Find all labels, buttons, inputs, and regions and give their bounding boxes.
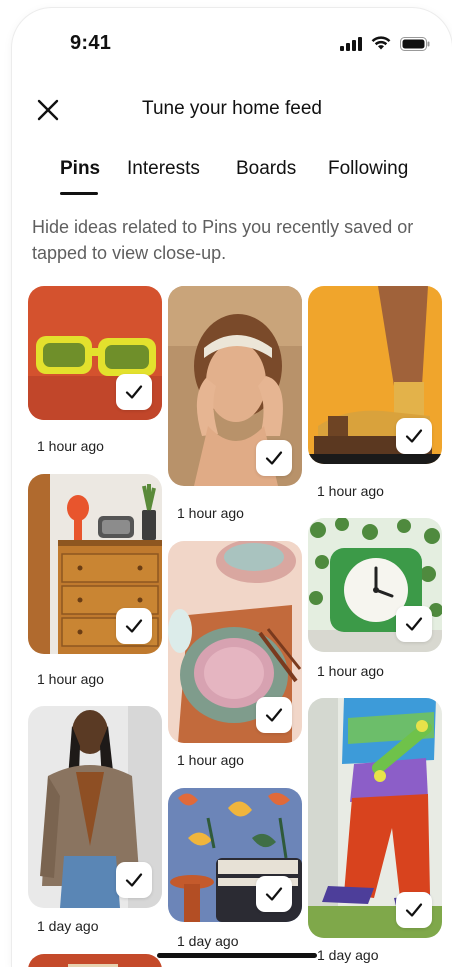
- pin-card[interactable]: [168, 788, 302, 922]
- pin-card[interactable]: [308, 518, 442, 652]
- selected-check-button[interactable]: [116, 608, 152, 644]
- pin-timestamp: 1 day ago: [37, 918, 99, 934]
- pin-timestamp: 1 hour ago: [317, 483, 384, 499]
- tab-following[interactable]: Following: [328, 158, 408, 180]
- description-text: Hide ideas related to Pins you recently …: [32, 217, 414, 263]
- pin-card[interactable]: [168, 286, 302, 486]
- header: Tune your home feed: [12, 92, 452, 132]
- selected-check-button[interactable]: [256, 440, 292, 476]
- pin-timestamp: 1 hour ago: [37, 671, 104, 687]
- check-icon: [265, 887, 283, 901]
- pin-card[interactable]: [308, 286, 442, 464]
- pin-timestamp: 1 hour ago: [37, 438, 104, 454]
- check-icon: [265, 708, 283, 722]
- selected-check-button[interactable]: [396, 892, 432, 928]
- home-indicator[interactable]: [157, 953, 317, 958]
- tab-boards[interactable]: Boards: [236, 158, 296, 180]
- pin-image-partial: [28, 954, 162, 967]
- check-icon: [405, 903, 423, 917]
- check-icon: [125, 873, 143, 887]
- pin-timestamp: 1 day ago: [177, 933, 239, 949]
- pin-timestamp: 1 hour ago: [317, 663, 384, 679]
- tab-bar: Pins Interests Boards Following: [12, 158, 452, 198]
- page-title: Tune your home feed: [142, 98, 322, 119]
- check-icon: [405, 617, 423, 631]
- pin-timestamp: 1 hour ago: [177, 505, 244, 521]
- status-time: 9:41: [70, 32, 112, 54]
- wifi-icon: [371, 36, 391, 50]
- status-bar: 9:41: [12, 8, 452, 78]
- pin-timestamp: 1 hour ago: [177, 752, 244, 768]
- selected-check-button[interactable]: [116, 374, 152, 410]
- selected-check-button[interactable]: [256, 876, 292, 912]
- pin-grid: 1 hour ago 1 hour ago 1 day ago 1 hour a…: [12, 286, 452, 967]
- pin-card[interactable]: [28, 706, 162, 908]
- battery-icon: [400, 36, 430, 51]
- tab-interests[interactable]: Interests: [127, 158, 200, 180]
- signal-icon: [340, 36, 362, 51]
- check-icon: [265, 451, 283, 465]
- selected-check-button[interactable]: [256, 697, 292, 733]
- pin-card[interactable]: [168, 541, 302, 743]
- pin-card[interactable]: [28, 286, 162, 420]
- active-tab-indicator: [60, 192, 98, 195]
- check-icon: [125, 619, 143, 633]
- selected-check-button[interactable]: [116, 862, 152, 898]
- pin-timestamp: 1 day ago: [317, 947, 379, 963]
- pin-card[interactable]: [308, 698, 442, 938]
- status-icons: [340, 36, 430, 51]
- selected-check-button[interactable]: [396, 606, 432, 642]
- tab-pins[interactable]: Pins: [60, 158, 100, 180]
- phone-screen: 9:41 Tune your home feed Pins Interests …: [12, 8, 452, 967]
- check-icon: [125, 385, 143, 399]
- selected-check-button[interactable]: [396, 418, 432, 454]
- pin-card[interactable]: [28, 954, 162, 967]
- pin-card[interactable]: [28, 474, 162, 654]
- check-icon: [405, 429, 423, 443]
